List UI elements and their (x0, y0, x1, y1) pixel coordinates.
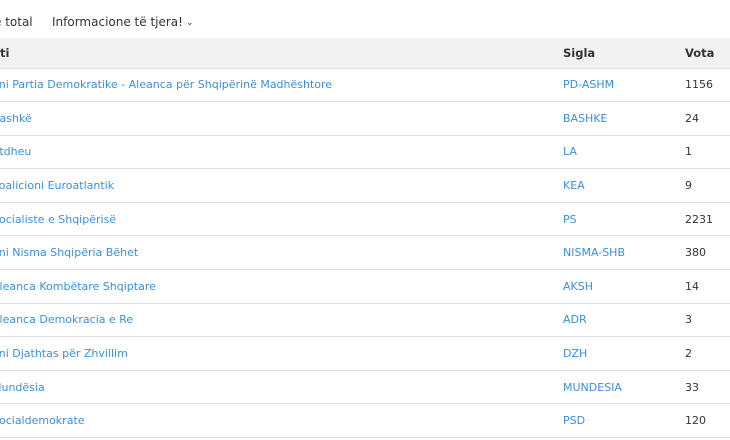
party-sigla-link[interactable]: DZH (563, 336, 685, 371)
tab-other-info[interactable]: Informacione të tjera! ⌄ (52, 15, 194, 29)
party-name-link[interactable]: oni Djathtas për Zhvillim (0, 336, 563, 371)
party-votes: 2 (685, 336, 730, 371)
table-row: Bashkë BASHKE 24 (0, 101, 730, 136)
party-votes: 1 (685, 135, 730, 170)
tab-other-info-label: Informacione të tjera! (52, 15, 183, 29)
table-header-row: ti Sigla Vota (0, 38, 730, 69)
party-votes: 9 (685, 168, 730, 203)
table-row: Socialdemokrate PSD 120 (0, 403, 730, 439)
party-sigla-link[interactable]: PS (563, 202, 685, 237)
party-sigla-link[interactable]: PD-ASHM (563, 68, 685, 103)
tab-total[interactable]: ë total (0, 15, 33, 29)
party-name-link[interactable]: Aleanca Kombëtare Shqiptare (0, 269, 563, 304)
party-name-link[interactable]: Bashkë (0, 101, 563, 136)
party-name-link[interactable]: Socialdemokrate (0, 403, 563, 439)
party-sigla-link[interactable]: PSD (563, 403, 685, 439)
table-row: Socialiste e Shqipërisë PS 2231 (0, 202, 730, 237)
table-row: Aleanca Demokracia e Re ADR 3 (0, 303, 730, 338)
results-table: ti Sigla Vota oni Partia Demokratike - A… (0, 38, 730, 439)
party-sigla-link[interactable]: LA (563, 135, 685, 170)
party-name-link[interactable]: Koalicioni Euroatlantik (0, 168, 563, 203)
table-row: oni Nisma Shqipëria Bëhet NISMA-SHB 380 (0, 235, 730, 271)
party-votes: 33 (685, 370, 730, 405)
party-votes: 14 (685, 269, 730, 304)
column-header-vota[interactable]: Vota (685, 38, 730, 69)
table-row: Aleanca Kombëtare Shqiptare AKSH 14 (0, 269, 730, 304)
table-row: Atdheu LA 1 (0, 135, 730, 170)
party-sigla-link[interactable]: BASHKE (563, 101, 685, 136)
party-sigla-link[interactable]: ADR (563, 303, 685, 338)
party-votes: 3 (685, 303, 730, 338)
table-row: oni Djathtas për Zhvillim DZH 2 (0, 336, 730, 371)
party-name-link[interactable]: oni Nisma Shqipëria Bëhet (0, 235, 563, 271)
party-sigla-link[interactable]: NISMA-SHB (563, 235, 685, 271)
party-name-link[interactable]: Atdheu (0, 135, 563, 170)
party-votes: 24 (685, 101, 730, 136)
table-row: Mundësia MUNDESIA 33 (0, 370, 730, 405)
party-name-link[interactable]: Aleanca Demokracia e Re (0, 303, 563, 338)
party-sigla-link[interactable]: AKSH (563, 269, 685, 304)
party-name-link[interactable]: Socialiste e Shqipërisë (0, 202, 563, 237)
column-header-party[interactable]: ti (0, 38, 563, 69)
column-header-sigla[interactable]: Sigla (563, 38, 685, 69)
party-votes: 1156 (685, 68, 730, 103)
party-name-link[interactable]: oni Partia Demokratike - Aleanca për Shq… (0, 68, 563, 103)
party-votes: 380 (685, 235, 730, 271)
chevron-down-icon: ⌄ (185, 18, 194, 28)
table-row: oni Partia Demokratike - Aleanca për Shq… (0, 68, 730, 103)
party-votes: 2231 (685, 202, 730, 237)
tabs-bar: ë total Informacione të tjera!⌄ (0, 0, 730, 40)
party-votes: 120 (685, 403, 730, 439)
party-sigla-link[interactable]: KEA (563, 168, 685, 203)
party-sigla-link[interactable]: MUNDESIA (563, 370, 685, 405)
table-row: Koalicioni Euroatlantik KEA 9 (0, 168, 730, 203)
party-name-link[interactable]: Mundësia (0, 370, 563, 405)
